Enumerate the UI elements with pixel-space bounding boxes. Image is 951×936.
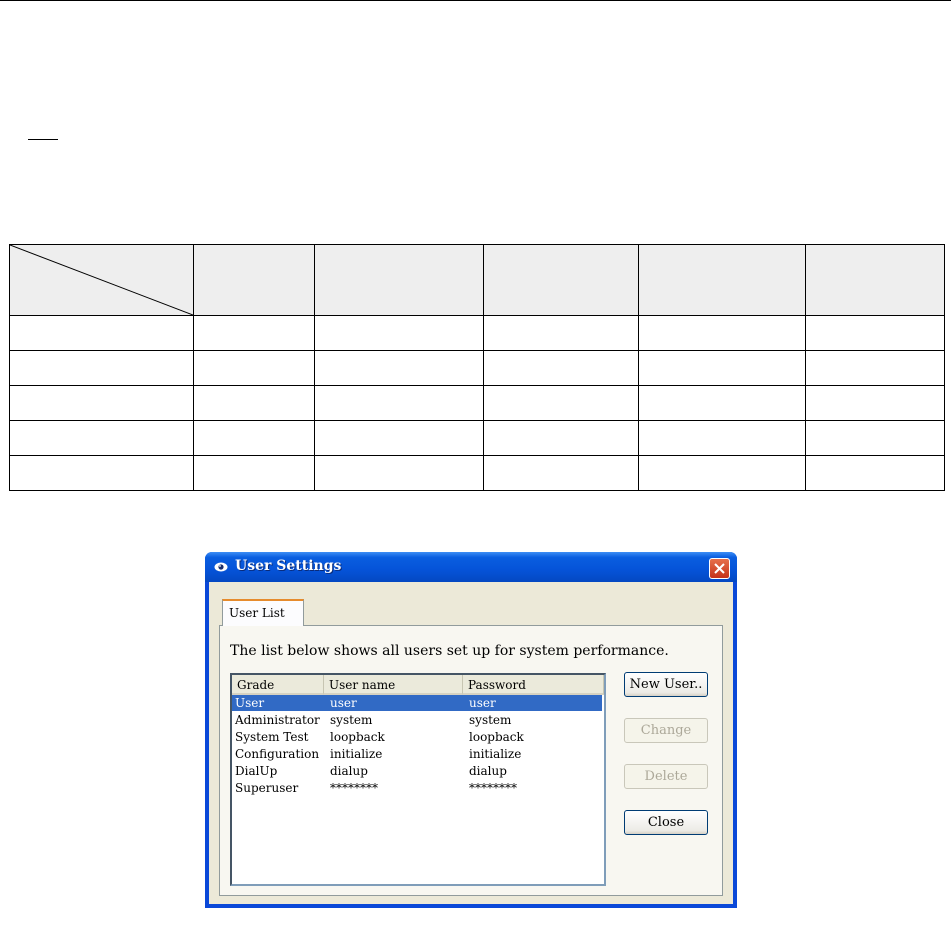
cell-grade: Superuser — [235, 781, 299, 795]
description-text: The list below shows all users set up fo… — [230, 643, 669, 659]
list-item[interactable]: System Test loopback loopback — [232, 729, 602, 745]
change-button[interactable]: Change — [624, 718, 708, 743]
cell-password: system — [469, 713, 512, 727]
user-settings-dialog: User Settings User List The list below s… — [205, 552, 737, 908]
cell-username: ******** — [330, 781, 378, 795]
cell-password: ******** — [469, 781, 517, 795]
close-icon — [714, 563, 725, 574]
cell-username: user — [330, 696, 357, 710]
cell-username: initialize — [330, 747, 383, 761]
cell-username: system — [330, 713, 373, 727]
user-list[interactable]: Grade User name Password User user user … — [230, 673, 606, 886]
new-user-button[interactable]: New User.. — [624, 672, 708, 697]
table-header-cell — [314, 244, 484, 316]
list-item[interactable]: Administrator system system — [232, 712, 602, 728]
table-header-cell — [193, 244, 315, 316]
title-bar[interactable]: User Settings — [205, 552, 737, 582]
table-row — [9, 420, 945, 456]
close-window-button[interactable] — [709, 558, 730, 579]
cell-password: initialize — [469, 747, 522, 761]
table-row — [9, 315, 945, 351]
delete-button[interactable]: Delete — [624, 764, 708, 789]
cell-grade: Administrator — [235, 713, 320, 727]
diagonal-divider — [10, 245, 193, 315]
table-row — [9, 455, 945, 491]
cell-grade: System Test — [235, 730, 309, 744]
table-row — [9, 385, 945, 421]
table-header-cell — [483, 244, 639, 316]
underline-mark — [28, 139, 58, 140]
column-grade[interactable]: Grade — [232, 675, 324, 695]
list-header: Grade User name Password — [232, 675, 604, 695]
list-item[interactable]: Configuration initialize initialize — [232, 746, 602, 762]
cell-grade: DialUp — [235, 764, 278, 778]
table-header-cell — [805, 244, 945, 316]
cell-grade: User — [235, 696, 265, 710]
cell-password: user — [469, 696, 496, 710]
list-item[interactable]: DialUp dialup dialup — [232, 763, 602, 779]
list-item[interactable]: Superuser ******** ******** — [232, 780, 602, 796]
dialog-client-area: User List The list below shows all users… — [209, 582, 733, 904]
cell-username: loopback — [330, 730, 385, 744]
table-header-row — [9, 244, 945, 316]
cell-grade: Configuration — [235, 747, 320, 761]
table-corner-cell — [9, 244, 194, 316]
table-row — [9, 350, 945, 386]
tab-user-list[interactable]: User List — [222, 599, 304, 626]
dialog-title: User Settings — [235, 558, 342, 574]
cell-username: dialup — [330, 764, 368, 778]
column-user-name[interactable]: User name — [324, 675, 463, 695]
list-item[interactable]: User user user — [232, 695, 602, 711]
app-icon — [214, 562, 228, 572]
document-table — [9, 244, 945, 491]
close-button[interactable]: Close — [624, 810, 708, 835]
cell-password: dialup — [469, 764, 507, 778]
cell-password: loopback — [469, 730, 524, 744]
top-rule — [0, 0, 951, 1]
table-header-cell — [638, 244, 806, 316]
column-password[interactable]: Password — [463, 675, 604, 695]
